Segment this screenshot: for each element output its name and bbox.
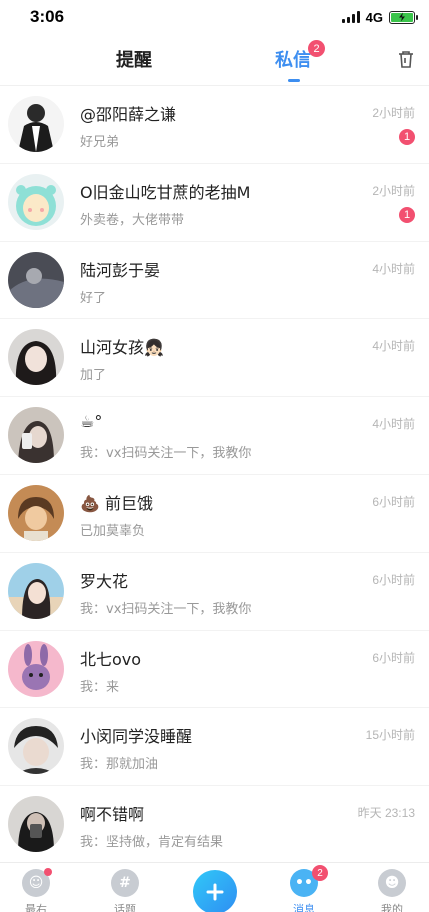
tabbar-mine[interactable]: ☻ 我的: [362, 869, 422, 912]
contact-name: 小闵同学没睡醒: [80, 727, 193, 747]
conversation-row[interactable]: 陆河彭于晏 好了 4小时前: [0, 242, 429, 320]
message-bubble-icon: •• 2: [290, 865, 328, 897]
plus-icon: [206, 883, 224, 901]
message-time: 6小时前: [372, 650, 415, 665]
avatar: [8, 251, 64, 308]
message-time: 6小时前: [372, 572, 415, 587]
conversation-row[interactable]: 啊不错啊 我：坚持做，肯定有结果 昨天 23:13: [0, 786, 429, 864]
contact-name: O旧金山吃甘蔗的老抽M: [80, 182, 251, 202]
message-time: 15小时前: [365, 728, 415, 743]
contact-name: ☕︎°: [80, 412, 103, 432]
latest-icon: ☺: [22, 868, 52, 897]
avatar: [8, 718, 64, 775]
tabbar-label: 消息: [293, 903, 315, 912]
conversation-row[interactable]: 北七ovo 我：来 6小时前: [0, 631, 429, 709]
message-preview: 好了: [80, 290, 107, 306]
message-time: 4小时前: [372, 417, 415, 432]
message-preview: 外卖卷，大佬带带: [80, 212, 185, 228]
conversation-row[interactable]: 小闵同学没睡醒 我：那就加油 15小时前: [0, 708, 429, 787]
message-preview: 我：那就加油: [80, 757, 159, 773]
bottom-tab-bar: ☺ 最右 # 话题 •• 2 消息 ☻ 我的: [0, 862, 429, 912]
tabbar-latest[interactable]: ☺ 最右: [6, 868, 66, 912]
conversation-row[interactable]: ☕︎° 我：vx扫码关注一下，我教你 4小时前: [0, 397, 429, 475]
message-tab-header: 提醒 私信 2: [0, 34, 429, 86]
compose-button[interactable]: [193, 870, 237, 912]
conversation-row[interactable]: 💩 前巨饿 已加莫辜负 6小时前: [0, 475, 429, 553]
contact-name: 💩 前巨饿: [80, 493, 154, 513]
message-preview: 我：vx扫码关注一下，我教你: [80, 601, 252, 617]
message-preview: 我：坚持做，肯定有结果: [80, 835, 224, 851]
contact-name: 山河女孩👧🏻: [80, 338, 164, 358]
hashtag-icon: #: [111, 869, 139, 897]
message-preview: 我：vx扫码关注一下，我教你: [80, 446, 252, 462]
status-bar: 3:06 4G: [0, 0, 429, 34]
status-time: 3:06: [30, 7, 65, 26]
messages-badge: 2: [312, 865, 328, 881]
tab-reminder[interactable]: 提醒: [116, 46, 152, 72]
contact-name: 啊不错啊: [80, 805, 145, 825]
message-time: 4小时前: [372, 261, 415, 276]
tab-direct-messages[interactable]: 私信: [275, 46, 311, 72]
conversation-row[interactable]: 罗大花 我：vx扫码关注一下，我教你 6小时前: [0, 553, 429, 631]
avatar: [8, 796, 64, 853]
tabbar-topics[interactable]: # 话题: [95, 869, 155, 912]
avatar: [8, 329, 64, 386]
message-preview: 已加莫辜负: [80, 523, 146, 539]
tabbar-label: 最右: [25, 903, 47, 912]
contact-name: 北七ovo: [80, 649, 142, 669]
message-time: 昨天 23:13: [357, 806, 415, 821]
dm-unread-badge: 2: [308, 40, 325, 57]
conversation-row[interactable]: @邵阳薛之谦 好兄弟 2小时前 1: [0, 86, 429, 164]
message-time: 4小时前: [372, 339, 415, 354]
tabbar-label: 我的: [381, 903, 403, 912]
contact-name: 罗大花: [80, 571, 129, 591]
tabbar-label: 话题: [114, 903, 136, 912]
message-time: 2小时前: [372, 183, 415, 198]
message-time: 6小时前: [372, 494, 415, 509]
battery-icon: [389, 10, 418, 24]
message-preview: 好兄弟: [80, 135, 120, 150]
conversation-row[interactable]: O旧金山吃甘蔗的老抽M 外卖卷，大佬带带 2小时前 1: [0, 164, 429, 242]
unread-badge: 1: [399, 129, 415, 145]
notification-dot: [44, 868, 52, 876]
profile-icon: ☻: [378, 869, 406, 897]
message-list: @邵阳薛之谦 好兄弟 2小时前 1 O旧金山吃甘蔗的老抽M 外卖卷，大佬带带 2…: [0, 86, 429, 864]
conversation-row[interactable]: 山河女孩👧🏻 加了 4小时前: [0, 319, 429, 398]
message-preview: 我：来: [80, 679, 120, 695]
unread-badge: 1: [399, 206, 415, 223]
clear-messages-icon[interactable]: [396, 49, 416, 73]
contact-name: @邵阳薛之谦: [80, 105, 177, 124]
message-preview: 加了: [80, 368, 107, 384]
signal-icon: [341, 11, 360, 23]
avatar: [8, 640, 64, 697]
tabbar-messages[interactable]: •• 2 消息: [274, 865, 334, 912]
avatar: [8, 484, 64, 541]
network-label: 4G: [365, 9, 383, 25]
avatar: [8, 562, 64, 619]
contact-name: 陆河彭于晏: [80, 260, 161, 280]
active-tab-indicator: [288, 79, 300, 82]
avatar: [8, 173, 64, 230]
avatar: [8, 407, 64, 464]
avatar: [8, 96, 64, 152]
status-indicators: 4G: [341, 9, 418, 25]
message-time: 2小时前: [372, 106, 415, 120]
